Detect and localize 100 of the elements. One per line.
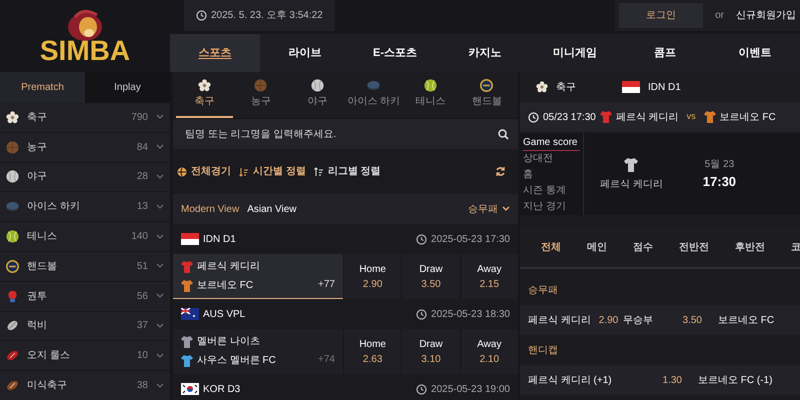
nav-tab[interactable]: 스포츠	[170, 34, 260, 72]
chevron-down-icon	[502, 206, 510, 212]
rugby-ball-icon	[6, 319, 19, 332]
chevron-down-icon	[156, 114, 164, 120]
sidebar-item[interactable]: 미식축구 38	[0, 371, 170, 400]
ball-icon	[310, 79, 324, 92]
market-tab[interactable]: 메인	[587, 240, 607, 254]
sidebar-item[interactable]: 권투 56	[0, 282, 170, 312]
item-count: 28	[136, 170, 148, 184]
chevron-down-icon	[156, 144, 164, 150]
scoreboard-tab[interactable]: 지난 경기	[523, 200, 580, 215]
market-tab[interactable]: 전체	[541, 240, 561, 254]
ball-icon	[6, 170, 19, 184]
team-name: 페르식 케디리	[197, 260, 260, 274]
chevron-down-icon	[156, 263, 164, 270]
match-card[interactable]: 멜버른 나이츠 사우스 멜버른 FC +74	[173, 329, 343, 374]
nav-tab[interactable]: 라이브	[260, 34, 350, 72]
team-name: 페르식 케디리	[616, 110, 679, 124]
odds-button[interactable]: 페르식 케디리 (+1) 1.30	[520, 365, 690, 395]
nav-tab[interactable]: 콤프	[620, 34, 710, 72]
nav-tab[interactable]: E-스포츠	[350, 34, 440, 72]
market-tab[interactable]: 후반전	[735, 240, 765, 254]
match-card[interactable]: 페르식 케디리 보르네오 FC +77	[173, 254, 343, 299]
flower-icon	[198, 79, 211, 92]
chevron-down-icon	[156, 382, 164, 389]
item-count: 13	[136, 200, 148, 214]
sport-tab[interactable]: 아이스 하키	[346, 72, 402, 118]
market-title: 승무패	[527, 284, 559, 298]
vs-label: vs	[686, 110, 696, 124]
filter-button[interactable]: 전체경기	[177, 164, 231, 179]
filter-button[interactable]: 시간별 정렬	[239, 164, 306, 179]
sidebar-item[interactable]: 핸드볼 51	[0, 252, 170, 282]
more-markets[interactable]: +77	[318, 277, 335, 292]
sport-tab[interactable]: 핸드볼	[458, 72, 515, 118]
ball-icon	[6, 260, 19, 273]
search-field[interactable]: 팀명 또는 리그명을 입력해주세요.	[173, 119, 488, 149]
ball-icon	[6, 230, 19, 244]
sport-label: 축구	[556, 80, 577, 94]
kickoff-time: 17:30	[702, 172, 736, 191]
match-time: 2025-05-23 19:00	[431, 382, 510, 396]
scoreboard-tab[interactable]: 시즌 통계	[523, 184, 580, 199]
scoreboard-tab[interactable]: 홈	[523, 168, 580, 183]
odds-button[interactable]: 보르네오 FC	[710, 305, 782, 335]
team-name: 사우스 멜버른 FC	[197, 354, 276, 368]
ball-icon	[424, 79, 437, 92]
flag-icon	[622, 81, 640, 93]
globe-icon	[177, 166, 187, 176]
chevron-down-icon	[156, 293, 164, 300]
nav-tab[interactable]: 미니게임	[530, 34, 620, 72]
sidebar-tab[interactable]: Inplay	[85, 72, 170, 103]
sidebar-item[interactable]: 럭비 37	[0, 312, 170, 342]
market-tab[interactable]: 전반전	[679, 240, 709, 254]
chevron-down-icon	[156, 352, 164, 359]
team-name: 보르네오 FC	[197, 279, 254, 293]
flower-icon	[6, 110, 19, 124]
or-text: or	[715, 9, 724, 23]
item-count: 84	[136, 140, 148, 155]
clock-icon	[528, 112, 539, 122]
sport-tab[interactable]: 농구	[232, 72, 289, 118]
sidebar-tab[interactable]: Prematch	[0, 72, 85, 103]
view-tab[interactable]: Modern View	[181, 202, 240, 216]
sidebar-item[interactable]: 테니스 140	[0, 222, 170, 252]
item-count: 140	[131, 230, 148, 244]
clock-icon	[416, 234, 428, 244]
sidebar-item[interactable]: 오지 룰스 10	[0, 341, 170, 372]
sport-tab[interactable]: 야구	[289, 72, 346, 118]
filter-button[interactable]: 리그별 정렬	[314, 164, 381, 179]
chevron-down-icon	[156, 322, 164, 329]
view-tab[interactable]: Asian View	[247, 202, 296, 216]
nav-tab[interactable]: 이벤트	[710, 34, 800, 72]
sidebar-item[interactable]: 농구 84	[0, 132, 170, 163]
ball-icon	[254, 79, 268, 92]
sidebar-item[interactable]: 아이스 하키 13	[0, 192, 170, 222]
football-icon	[6, 379, 19, 392]
item-count: 37	[136, 319, 148, 334]
flag-icon	[181, 383, 199, 395]
scoreboard-tab[interactable]: Game score	[523, 136, 580, 151]
market-dropdown[interactable]: 승무패	[468, 202, 510, 216]
nav-tab[interactable]: 카지노	[440, 34, 530, 72]
league-name: AUS VPL	[203, 308, 246, 322]
flag-icon	[181, 233, 199, 245]
market-tab[interactable]: 점수	[633, 240, 653, 254]
match-time: 2025-05-23 17:30	[431, 232, 510, 246]
clock-icon	[416, 308, 428, 320]
item-count: 790	[131, 110, 148, 125]
item-count: 56	[136, 290, 148, 304]
clock-icon	[416, 384, 428, 394]
league-name: IDN D1	[203, 232, 237, 246]
shirt-icon	[624, 156, 638, 172]
scoreboard-tab[interactable]: 상대전	[523, 152, 580, 167]
rugby-ball-icon	[6, 349, 19, 362]
sport-tab[interactable]: 테니스	[402, 72, 458, 118]
sidebar-item[interactable]: 야구 28	[0, 162, 170, 192]
more-markets[interactable]: +74	[318, 352, 335, 367]
team-name: 페르식 케디리	[600, 178, 663, 192]
signup-link[interactable]: 신규회원가입	[736, 8, 796, 23]
login-button[interactable]: 로그인	[619, 3, 704, 28]
flag-icon	[181, 308, 199, 320]
sidebar-item[interactable]: 축구 790	[0, 103, 170, 133]
odds-button[interactable]: 보르네오 FC (-1)	[690, 365, 780, 395]
